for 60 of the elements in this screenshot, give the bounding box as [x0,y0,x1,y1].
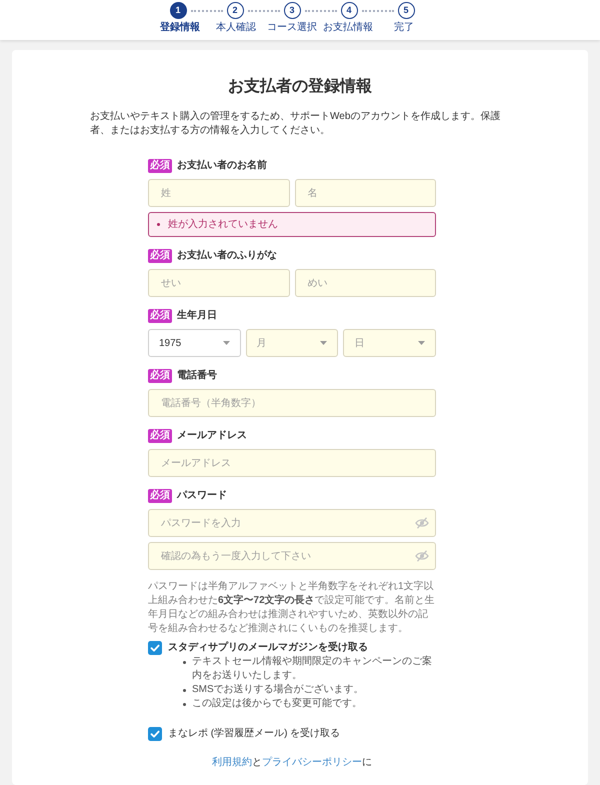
step-label: お支払情報 [323,22,373,34]
password-note: パスワードは半角アルファベットと半角数字をそれぞれ1文字以上組み合わせた6文字〜72文字の長さで設定可能です。名前と生年月日などの組み合わせは推測されやすいため、英数以外の記号を組み合わせるなど推測されにくいものを推奨します。 [148,580,436,636]
step-connector [248,10,280,12]
text-input[interactable]: 電話番号（半角数字） [148,389,436,417]
field-label: パスワード [177,488,227,502]
eye-slash-icon [415,550,429,562]
password-field[interactable]: 確認の為もう一度入力して下さい [148,542,436,570]
text-input[interactable]: 姓 [148,179,290,207]
field-label: お支払い者のお名前 [177,158,267,172]
bullet-icon [183,661,186,664]
text-input[interactable]: めい [294,269,436,297]
note-text: テキストセール情報や期間限定のキャンペーンのご案内をお送りいたします。 [192,655,433,683]
dropdown[interactable]: 1975 [148,329,241,357]
note-text: この設定は後からでも変更可能です。 [192,697,362,711]
step-label: コース選択 [267,22,317,34]
field-label: お支払い者のふりがな [177,248,277,262]
text-input[interactable]: せい [148,269,290,297]
eye-slash-icon [415,517,429,529]
checkbox-label[interactable]: スタディサプリのメールマガジンを受け取る [168,641,368,655]
step-number: 2 [226,2,244,19]
text-link[interactable]: プライバシーポリシー [262,757,362,768]
required-badge: 必須 [148,248,172,262]
caret-icon [222,341,230,345]
password-field[interactable]: パスワードを入力 [148,509,436,537]
step-connector [190,10,222,12]
step-connector [304,10,336,12]
required-badge: 必須 [148,428,172,442]
step-connector [362,10,394,12]
field-label: 生年月日 [177,308,217,322]
step-number: 4 [340,2,358,19]
step-number: 3 [284,2,300,19]
dropdown[interactable]: 日 [343,329,436,357]
checkbox[interactable] [148,641,162,655]
step-number: 1 [170,2,186,19]
description-text: お支払いやテキスト購入の管理をするため、サポートWebのアカウントを作成します。保護者、またはお支払する方の情報を入力してください。 [90,110,502,138]
bullet-icon [157,223,160,226]
required-badge: 必須 [148,488,172,502]
required-badge: 必須 [148,158,172,172]
required-badge: 必須 [148,368,172,382]
bullet-icon [183,689,186,692]
step-number: 5 [398,2,414,19]
error-text: 姓が入力されていません [168,218,278,232]
note-text: SMSでお送りする場合がございます。 [192,683,364,697]
bullet-icon [183,703,186,706]
field-label: メールアドレス [177,428,247,442]
checkbox[interactable] [148,727,162,741]
step-label: 登録情報 [160,22,200,34]
step-label: 本人確認 [216,22,256,34]
terms-text: 利用規約と プライバシーポリシーに [211,756,373,770]
caret-icon [418,341,426,345]
field-label: 電話番号 [177,368,217,382]
text-input[interactable]: メールアドレス [148,449,436,477]
dropdown[interactable]: 月 [246,329,338,357]
page-title: お支払者の登録情報 [227,77,373,97]
required-badge: 必須 [148,308,172,322]
caret-icon [320,341,328,345]
text-input[interactable]: 名 [294,179,436,207]
step-label: 完了 [394,22,414,34]
checkbox-label[interactable]: まなレポ (学習履歴メール) を受け取る [168,727,340,741]
text-link[interactable]: 利用規約 [212,757,252,768]
